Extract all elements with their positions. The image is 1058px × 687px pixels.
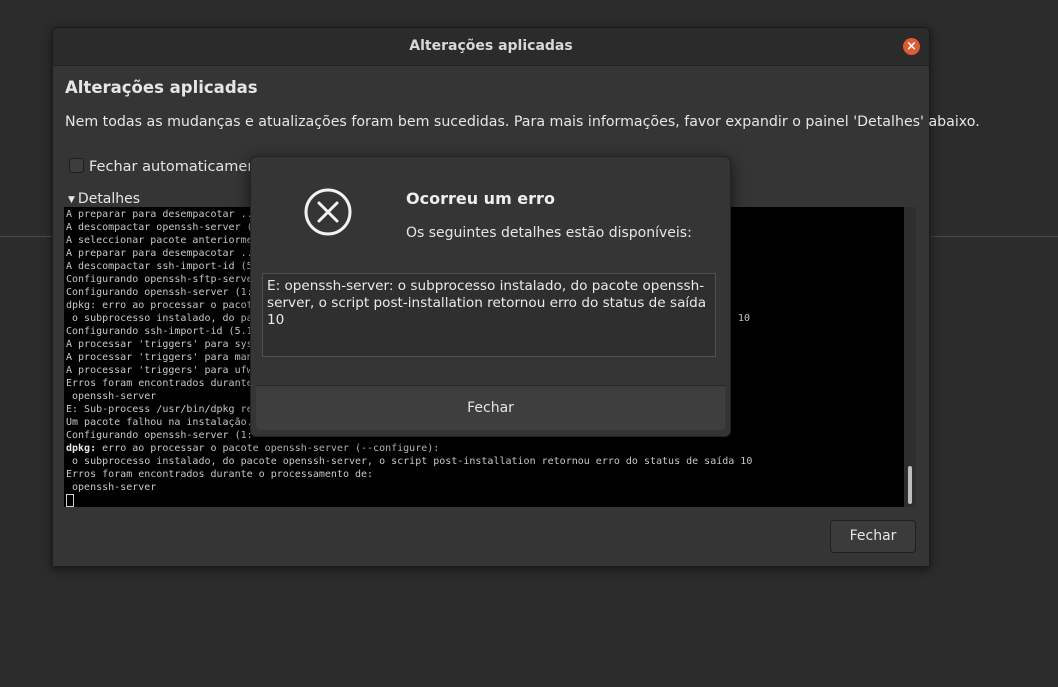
terminal-cursor-line [66,494,752,507]
titlebar: Alterações aplicadas × [53,28,929,66]
page-heading: Alterações aplicadas [65,78,258,97]
dialog-close-button[interactable]: Fechar [256,386,725,430]
error-title: Ocorreu um erro [406,189,555,208]
terminal-line-text: erro ao processar o pacote openssh-serve… [96,443,440,454]
close-button[interactable]: Fechar [830,520,916,553]
scrollbar-thumb[interactable] [908,466,912,504]
expander-arrow-icon: ▼ [68,195,75,205]
error-dialog: Ocorreu um erro Os seguintes detalhes es… [250,156,731,437]
terminal-line: dpkg: erro ao processar o pacote openssh… [66,442,752,455]
auto-close-label: Fechar automaticament [89,159,263,175]
terminal-line-text: o subprocesso instalado, do pa [66,313,253,324]
auto-close-checkbox[interactable] [69,158,84,173]
window-title: Alterações aplicadas [409,38,573,54]
terminal-scrollbar[interactable] [904,207,916,507]
details-label: Detalhes [77,191,141,207]
terminal-line: openssh-server [66,482,157,493]
terminal-cursor [66,494,74,507]
terminal-line: Erros foram encontrados durante o proces… [66,469,374,480]
error-circle-x-icon [304,188,352,236]
terminal-line: o subprocesso instalado, do pacote opens… [66,456,753,467]
window-close-button[interactable]: × [903,38,920,55]
terminal-line-tail: 10 [738,313,751,324]
error-subtitle: Os seguintes detalhes estão disponíveis: [406,225,692,241]
background-divider-right [929,236,1058,237]
background-divider-left [0,236,52,237]
terminal-bold-prefix: dpkg: [66,443,97,454]
status-message: Nem todas as mudanças e atualizações for… [65,114,980,130]
auto-close-option[interactable]: Fechar automaticament [69,158,262,175]
details-expander[interactable]: ▼ Detalhes [68,191,140,207]
error-details-text[interactable]: E: openssh-server: o subprocesso instala… [262,273,716,357]
